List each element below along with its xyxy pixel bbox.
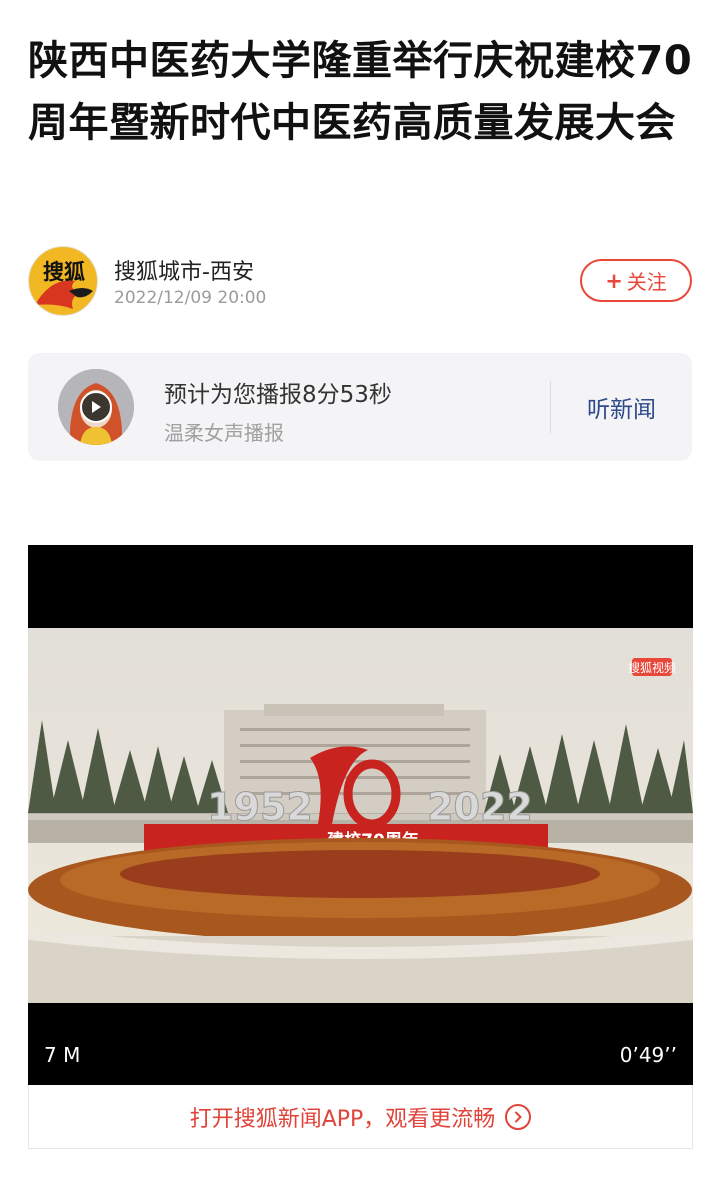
audio-voice-text: 温柔女声播报 [164,421,284,445]
publish-date: 2022/12/09 20:00 [114,288,267,308]
sign-year-right: 2022 [427,785,533,829]
chevron-right-circle-icon [505,1103,532,1130]
plus-icon: + [605,268,623,293]
narrator-avatar [58,369,134,445]
avatar-logo-text: 搜狐 [43,260,85,284]
follow-button[interactable]: + 关注 [580,259,692,302]
video-thumbnail: 1952 2022 建校70周年 搜狐视频 [28,628,693,1003]
video-file-size: 7 M [44,1043,81,1067]
sign-year-left: 1952 [207,785,313,829]
article-title: 陕西中医药大学隆重举行庆祝建校70周年暨新时代中医药高质量发展大会 [28,38,693,146]
video-player[interactable]: 1952 2022 建校70周年 搜狐视频 7 M 0’49’’ [28,545,693,1085]
audio-broadcast-card: 预计为您播报8分53秒 温柔女声播报 听新闻 [28,353,692,461]
follow-label: 关注 [626,270,667,294]
play-button[interactable] [80,391,112,423]
author-name[interactable]: 搜狐城市-西安 [114,254,254,286]
play-icon [92,401,101,413]
open-app-button[interactable]: 打开搜狐新闻APP，观看更流畅 [28,1085,693,1149]
author-avatar[interactable]: 搜狐 [28,246,98,316]
video-duration: 0’49’’ [619,1043,677,1067]
listen-news-button[interactable]: 听新闻 [551,353,692,461]
open-app-label: 打开搜狐新闻APP，观看更流畅 [189,1106,496,1132]
audio-duration-text: 预计为您播报8分53秒 [164,382,392,408]
video-watermark: 搜狐视频 [628,660,676,675]
author-row: 搜狐 搜狐城市-西安 2022/12/09 20:00 + 关注 [28,246,692,316]
